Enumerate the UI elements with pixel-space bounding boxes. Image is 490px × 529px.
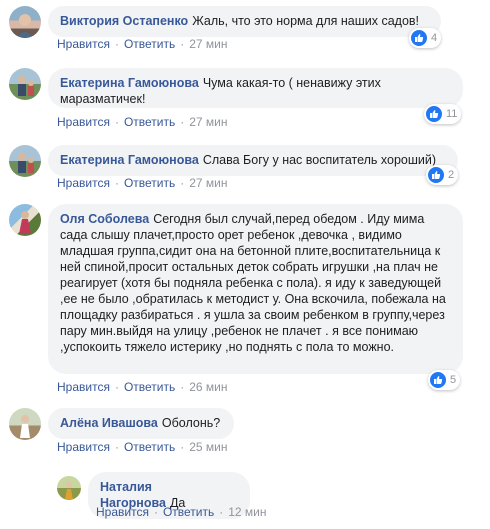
comment-text: Жаль, что это норма для наших садов!	[192, 14, 420, 28]
comment-time[interactable]: 27 мин	[189, 176, 227, 190]
like-reaction-icon	[430, 372, 446, 388]
like-link[interactable]: Нравится	[57, 176, 110, 190]
comment-author[interactable]: Екатерина Гамоюнова	[60, 153, 199, 167]
reply-link[interactable]: Ответить	[163, 505, 214, 519]
reaction-count[interactable]: 5	[428, 370, 461, 390]
reaction-count[interactable]: 2	[426, 165, 459, 185]
reply-link[interactable]: Ответить	[124, 115, 175, 129]
comment-actions: Нравится · Ответить · 12 мин	[96, 505, 267, 519]
comment-bubble: Оля Соболева Сегодня был случай,перед обе…	[48, 204, 463, 374]
comment-bubble: Алёна Ивашова Оболонь?	[48, 408, 234, 439]
comment-actions: Нравится · Ответить · 25 мин	[57, 440, 228, 454]
reply-link[interactable]: Ответить	[124, 380, 175, 394]
reaction-count-value: 5	[450, 374, 457, 386]
comment-time[interactable]: 26 мин	[189, 380, 227, 394]
comment-bubble: Виктория Остапенко Жаль, что это норма дл…	[48, 6, 441, 37]
like-reaction-icon	[411, 30, 427, 46]
avatar[interactable]	[9, 145, 41, 177]
reply-link[interactable]: Ответить	[124, 440, 175, 454]
comment-actions: Нравится · Ответить · 27 мин	[57, 115, 228, 129]
avatar[interactable]	[9, 68, 41, 100]
reaction-count-value: 2	[448, 169, 455, 181]
like-link[interactable]: Нравится	[57, 440, 110, 454]
reaction-count-value: 4	[431, 32, 438, 44]
comment-author[interactable]: Алёна Ивашова	[60, 416, 158, 430]
avatar[interactable]	[9, 204, 41, 236]
comment-time[interactable]: 27 мин	[189, 37, 227, 51]
like-link[interactable]: Нравится	[57, 380, 110, 394]
comment-bubble: Екатерина Гамоюнова Слава Богу у нас восп…	[48, 145, 458, 176]
avatar[interactable]	[9, 6, 41, 38]
like-reaction-icon	[428, 167, 444, 183]
avatar[interactable]	[57, 476, 81, 500]
comment-author[interactable]: Оля Соболева	[60, 212, 149, 226]
reply-link[interactable]: Ответить	[124, 176, 175, 190]
like-reaction-icon	[426, 106, 442, 122]
comment-text: Сегодня был случай,перед обедом . Иду ми…	[60, 212, 446, 354]
reaction-count[interactable]: 4	[409, 28, 442, 48]
comment-time[interactable]: 12 мин	[228, 505, 266, 519]
comment-bubble: Екатерина Гамоюнова Чума какая-то ( ненав…	[48, 68, 463, 108]
comment-text: Оболонь?	[161, 416, 221, 430]
reply-link[interactable]: Ответить	[124, 37, 175, 51]
comment-actions: Нравится · Ответить · 26 мин	[57, 380, 228, 394]
like-link[interactable]: Нравится	[57, 115, 110, 129]
comment-time[interactable]: 25 мин	[189, 440, 227, 454]
comment-actions: Нравится · Ответить · 27 мин	[57, 37, 228, 51]
comment-author[interactable]: Виктория Остапенко	[60, 14, 188, 28]
like-link[interactable]: Нравится	[96, 505, 149, 519]
reaction-count-value: 11	[446, 108, 458, 120]
like-link[interactable]: Нравится	[57, 37, 110, 51]
comment-time[interactable]: 27 мин	[189, 115, 227, 129]
comment-actions: Нравится · Ответить · 27 мин	[57, 176, 228, 190]
comment-text: Слава Богу у нас воспитатель хороший)	[202, 153, 437, 167]
reaction-count[interactable]: 11	[424, 104, 462, 124]
avatar[interactable]	[9, 408, 41, 440]
comment-author[interactable]: Екатерина Гамоюнова	[60, 76, 199, 90]
